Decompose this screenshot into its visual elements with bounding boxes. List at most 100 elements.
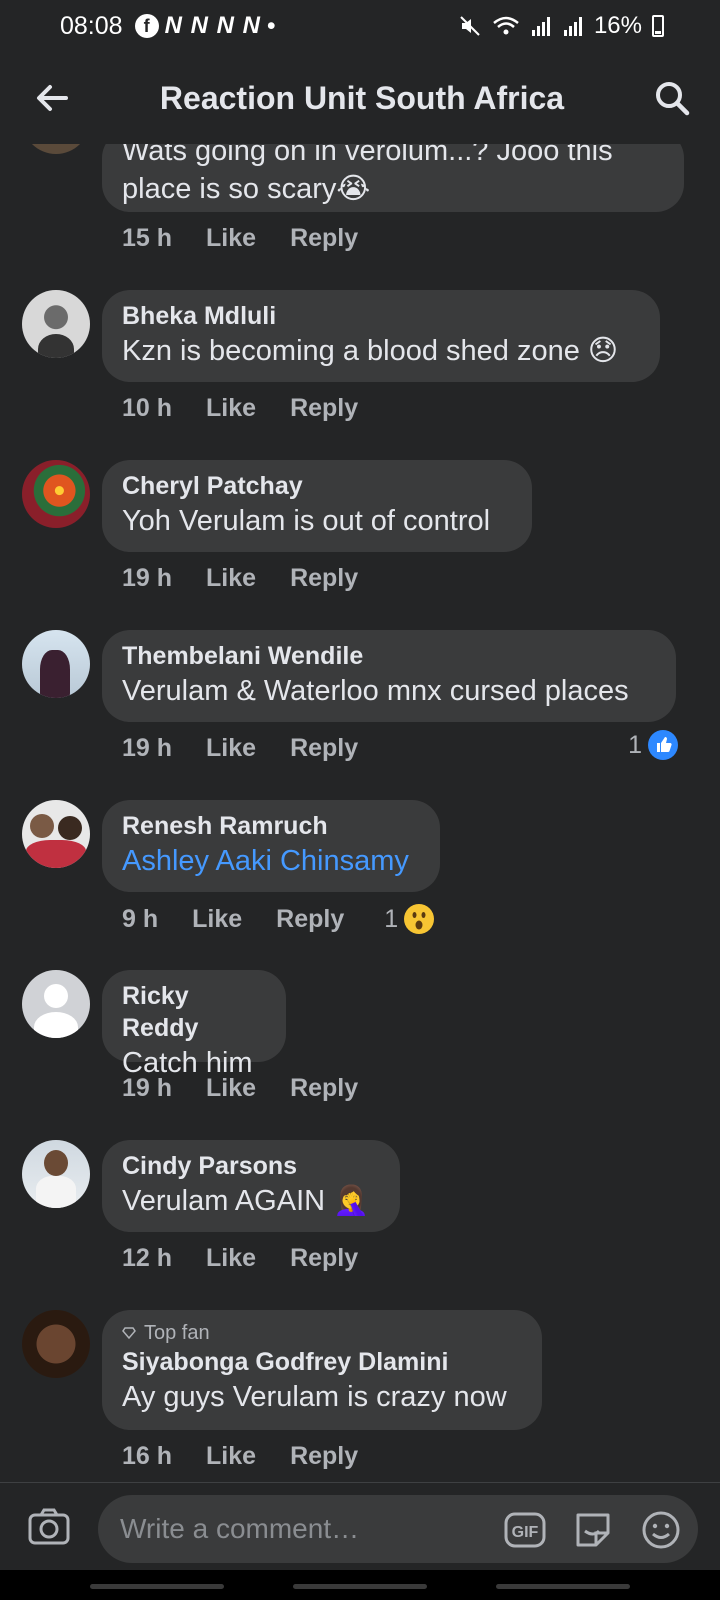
avatar[interactable] (22, 144, 90, 154)
comment-time: 19 h (122, 1074, 173, 1102)
comment-author[interactable]: Renesh Ramruch (122, 810, 420, 842)
camera-button[interactable] (26, 1503, 72, 1554)
avatar[interactable] (22, 1310, 90, 1378)
like-button[interactable]: Like (206, 224, 256, 253)
smiley-icon (642, 1511, 680, 1549)
camera-icon (28, 1508, 70, 1545)
comment-meta: 19 h Like Reply (122, 734, 358, 763)
comment-author[interactable]: Ricky Reddy (122, 980, 266, 1044)
battery-icon (652, 15, 664, 37)
arrow-left-icon (37, 85, 68, 111)
avatar[interactable] (22, 970, 90, 1038)
avatar[interactable] (22, 460, 90, 528)
avatar[interactable] (22, 800, 90, 868)
diamond-icon (122, 1327, 136, 1340)
comment-bubble[interactable]: Bheka Mdluli Kzn is becoming a blood she… (102, 290, 660, 382)
avatar[interactable] (22, 290, 90, 358)
comment-bubble[interactable]: Renesh Ramruch Ashley Aaki Chinsamy (102, 800, 440, 892)
comment-text-line: Wats going on in verolum...? Jooo this (122, 144, 613, 167)
reply-button[interactable]: Reply (290, 1074, 358, 1103)
comment-author[interactable]: Cheryl Patchay (122, 470, 512, 502)
avatar[interactable] (22, 1140, 90, 1208)
comment-time: 19 h (122, 734, 173, 762)
comment-bubble[interactable]: Thembelani Wendile Verulam & Waterloo mn… (102, 630, 676, 722)
sticker-button[interactable] (572, 1509, 614, 1556)
comment-input-placeholder: Write a comment… (120, 1513, 360, 1544)
comment-bubble[interactable]: Wats going on in verolum...? Jooo this p… (102, 144, 684, 212)
system-navigation-bar (0, 1570, 720, 1600)
reply-button[interactable]: Reply (290, 224, 358, 253)
more-notifications-dot: • (266, 11, 276, 40)
comment-time: 10 h (122, 394, 173, 422)
search-button[interactable] (648, 74, 696, 122)
comment-meta: 9 h Like Reply 1 (122, 904, 435, 934)
comment-time: 9 h (122, 904, 159, 933)
reply-button[interactable]: Reply (290, 564, 358, 593)
comment-bubble[interactable]: Cindy Parsons Verulam AGAIN 🤦‍♀️ (102, 1140, 400, 1232)
reply-button[interactable]: Reply (290, 1442, 358, 1471)
comment-bubble[interactable]: Top fan Siyabonga Godfrey Dlamini Ay guy… (102, 1310, 542, 1430)
gif-button[interactable]: GIF (504, 1510, 546, 1555)
comment-text: Ay guys Verulam is crazy now (122, 1381, 507, 1413)
like-button[interactable]: Like (206, 564, 256, 593)
comment-meta: 10 h Like Reply (122, 394, 358, 423)
comment-bubble[interactable]: Ricky Reddy Catch him (102, 970, 286, 1079)
nav-home-button[interactable] (293, 1584, 427, 1589)
page-title: Reaction Unit South Africa (159, 79, 565, 116)
emoji-button[interactable] (640, 1509, 682, 1556)
comment-meta: 15 h Like Reply (122, 224, 358, 253)
comment-bubble[interactable]: Cheryl Patchay Yoh Verulam is out of con… (102, 460, 532, 552)
wifi-icon (493, 16, 519, 35)
like-button[interactable]: Like (206, 734, 256, 763)
top-fan-badge: Top fan (122, 1320, 522, 1346)
status-left: 08:08 f N N N N • (60, 12, 276, 41)
like-button[interactable]: Like (206, 1074, 256, 1103)
status-right: 16% (458, 12, 664, 40)
comment-author[interactable]: Cindy Parsons (122, 1150, 380, 1182)
badge-label: Top fan (144, 1322, 210, 1344)
clock: 08:08 (60, 11, 123, 40)
avatar[interactable] (22, 630, 90, 698)
comment-author[interactable]: Siyabonga Godfrey Dlamini (122, 1346, 522, 1378)
reaction-summary[interactable]: 1 (628, 730, 678, 760)
back-button[interactable] (28, 74, 76, 122)
comment-meta: 12 h Like Reply (122, 1244, 358, 1273)
comment-time: 16 h (122, 1442, 173, 1470)
reaction-count: 1 (384, 904, 399, 933)
reaction-summary[interactable]: 1 (384, 904, 435, 934)
comment-author[interactable]: Bheka Mdluli (122, 300, 640, 332)
like-button[interactable]: Like (192, 905, 242, 934)
comment-text: Kzn is becoming a blood shed zone 😞 (122, 335, 619, 367)
reaction-count: 1 (628, 730, 642, 759)
comment-text: Yoh Verulam is out of control (122, 505, 491, 537)
signal-icon-2 (563, 17, 582, 36)
comment-meta: 19 h Like Reply (122, 564, 358, 593)
like-button[interactable]: Like (206, 394, 256, 423)
header: Reaction Unit South Africa (0, 52, 720, 144)
comment-author[interactable]: Thembelani Wendile (122, 640, 656, 672)
mute-icon (460, 16, 480, 36)
svg-text:GIF: GIF (512, 1524, 539, 1541)
reply-button[interactable]: Reply (290, 734, 358, 763)
reply-button[interactable]: Reply (276, 905, 344, 934)
nav-recents-button[interactable] (90, 1584, 224, 1589)
signal-icon (531, 17, 550, 36)
comment-meta: 19 h Like Reply (122, 1074, 358, 1103)
compose-bar: Write a comment… GIF (0, 1482, 720, 1570)
comment-text: Verulam AGAIN 🤦‍♀️ (122, 1185, 370, 1217)
compose-icons: GIF (504, 1509, 682, 1556)
reply-button[interactable]: Reply (290, 1244, 358, 1273)
comment-time: 12 h (122, 1244, 173, 1272)
like-button[interactable]: Like (206, 1442, 256, 1471)
reply-button[interactable]: Reply (290, 394, 358, 423)
comment-text: Verulam & Waterloo mnx cursed places (122, 675, 629, 707)
status-bar: 08:08 f N N N N • 16% (0, 0, 720, 52)
nav-back-button[interactable] (496, 1584, 630, 1589)
facebook-notification-icon: f (134, 14, 159, 38)
comments-feed[interactable]: Wats going on in verolum...? Jooo this p… (0, 144, 720, 1480)
mention-link[interactable]: Ashley Aaki Chinsamy (122, 842, 420, 880)
comment-time: 19 h (122, 564, 173, 592)
wow-emoji-icon (404, 904, 435, 934)
like-button[interactable]: Like (206, 1244, 256, 1273)
sticker-icon (576, 1513, 610, 1547)
